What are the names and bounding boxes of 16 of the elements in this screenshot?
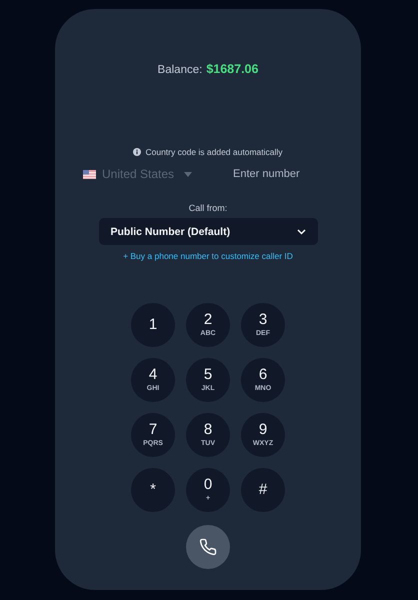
dial-key[interactable]: # <box>241 468 285 512</box>
call-from-label: Call from: <box>188 203 228 213</box>
dial-key[interactable]: * <box>131 468 175 512</box>
balance-amount: $1687.06 <box>206 62 258 76</box>
number-field[interactable]: Enter number <box>233 168 333 180</box>
buy-number-link[interactable]: + Buy a phone number to customize caller ID <box>123 251 293 261</box>
info-icon <box>133 148 142 156</box>
balance-label: Balance: <box>158 64 202 76</box>
info-text: Country code is added automatically <box>145 147 283 157</box>
caret-icon <box>184 172 192 176</box>
flag-icon <box>83 170 96 178</box>
phone-icon <box>199 538 217 556</box>
call-button[interactable] <box>186 525 230 569</box>
chevron-down-icon <box>296 228 306 234</box>
dial-key[interactable]: 1 <box>131 303 175 347</box>
caller-id-select[interactable]: Public Number (Default) <box>98 218 318 245</box>
